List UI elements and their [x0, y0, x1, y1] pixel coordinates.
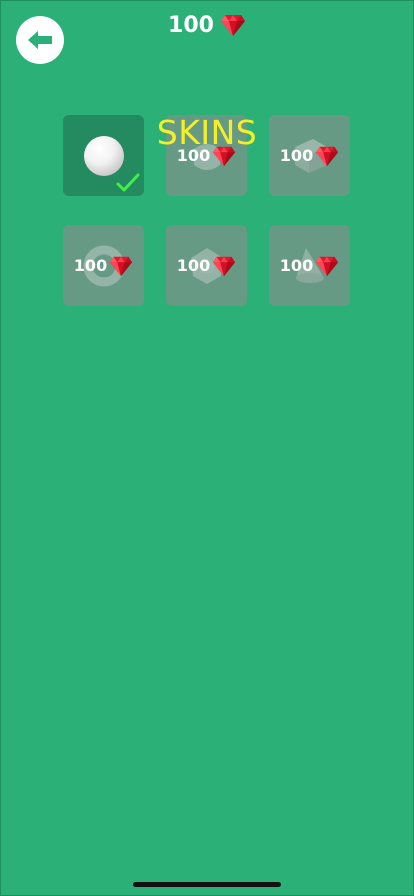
ruby-gem-icon	[213, 146, 236, 166]
price-amount: 100	[176, 256, 211, 275]
price-label: 100	[177, 144, 236, 168]
ruby-gem-icon	[316, 146, 339, 166]
home-indicator[interactable]	[133, 882, 281, 887]
ruby-gem-icon	[213, 256, 236, 276]
skin-tile-ring[interactable]: 100	[63, 225, 144, 306]
currency-amount: 100	[168, 12, 214, 38]
checkmark-icon	[116, 173, 140, 192]
skin-tile-dodecahedron[interactable]: 100	[166, 225, 247, 306]
ruby-gem-icon	[110, 256, 133, 276]
price-label: 100	[177, 254, 236, 278]
price-amount: 100	[73, 256, 108, 275]
currency-display: 100	[0, 12, 414, 38]
skin-tile-cone[interactable]: 100	[269, 225, 350, 306]
price-label: 100	[74, 254, 133, 278]
price-label: 100	[280, 254, 339, 278]
price-amount: 100	[279, 256, 314, 275]
price-label: 100	[280, 144, 339, 168]
ruby-gem-icon	[220, 15, 245, 36]
ruby-gem-icon	[316, 256, 339, 276]
price-amount: 100	[279, 146, 314, 165]
price-amount: 100	[176, 146, 211, 165]
